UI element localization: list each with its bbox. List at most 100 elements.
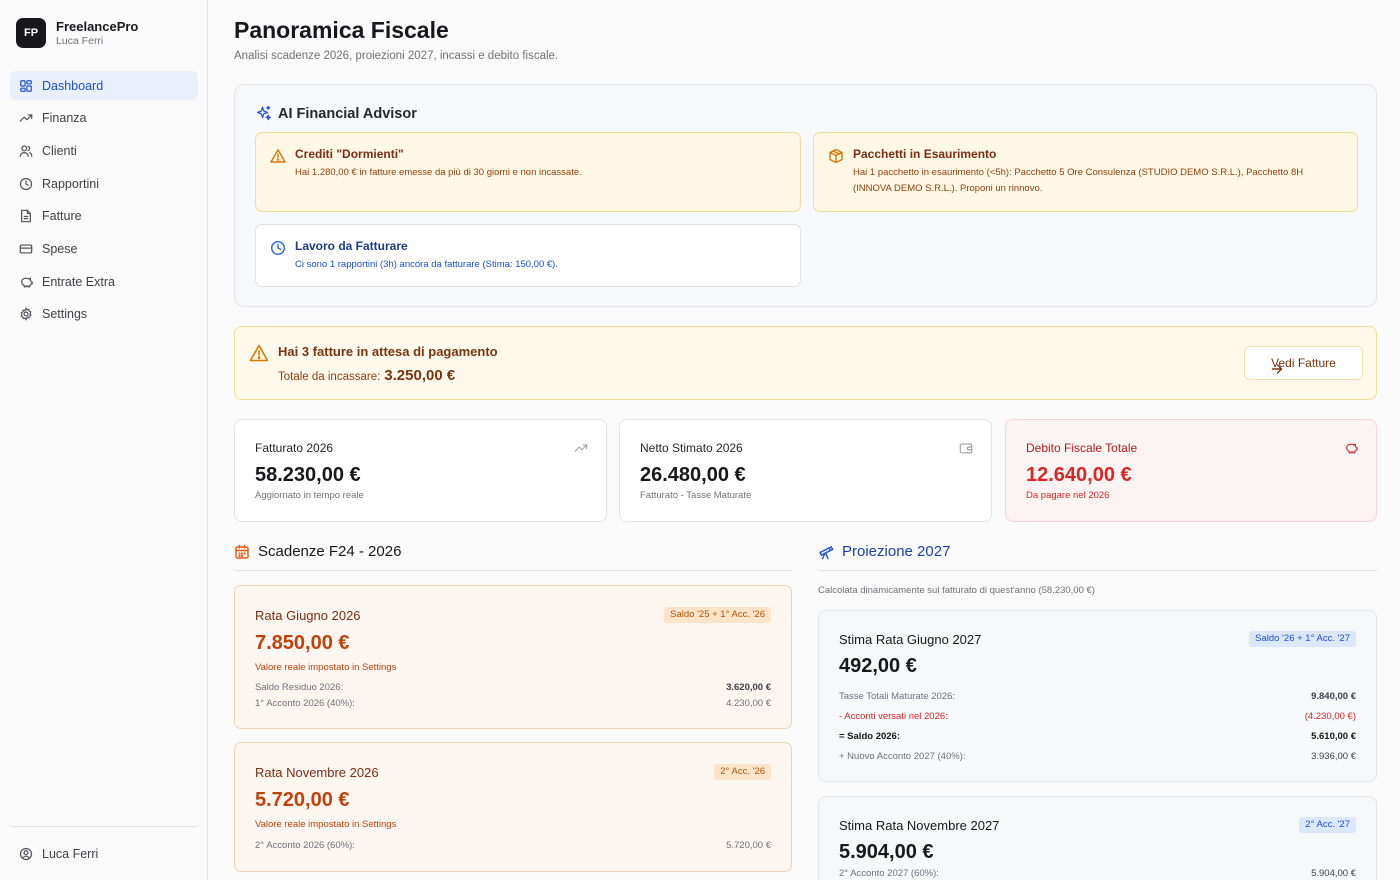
- advisor-card-text: Hai 1.280,00 € in fatture emesse da più …: [295, 167, 582, 178]
- sidebar-item-rapportini[interactable]: Rapportini: [10, 169, 198, 198]
- stat-label: Fatturato 2026: [255, 441, 334, 455]
- app-name: FreelancePro: [56, 18, 139, 34]
- sidebar-item-spese[interactable]: Spese: [10, 234, 198, 263]
- rata-row-label: 2° Acconto 2026 (60%):: [255, 840, 355, 851]
- piggy-bank-icon: [1346, 443, 1358, 454]
- stat-card-netto: Netto Stimato 2026 26.480,00 € Fatturato…: [619, 419, 992, 522]
- rata-row-label: Saldo Residuo 2026:: [255, 682, 344, 693]
- sidebar-user-menu[interactable]: Luca Ferri: [10, 826, 198, 880]
- view-invoices-button[interactable]: Vedi Fatture: [1244, 346, 1363, 380]
- file-text-icon: [21, 209, 31, 223]
- sidebar-item-label: Clienti: [42, 143, 77, 158]
- page-title: Panoramica Fiscale: [234, 17, 449, 43]
- scadenze-title-text: Scadenze F24 - 2026: [258, 543, 402, 560]
- telescope-icon: [819, 545, 834, 559]
- sidebar-item-label: Spese: [42, 241, 78, 256]
- stima-card-giugno-2027: Stima Rata Giugno 2027 Saldo '26 + 1° Ac…: [818, 610, 1377, 782]
- warning-triangle-icon: [249, 344, 269, 362]
- stima-row-value: 3.936,00 €: [1311, 751, 1356, 762]
- stima-row-label: Tasse Totali Maturate 2026:: [839, 691, 956, 702]
- gear-icon: [20, 307, 32, 322]
- rata-note: Valore reale impostato in Settings: [255, 662, 397, 673]
- stima-card-novembre-2027: Stima Rata Novembre 2027 2° Acc. '27 5.9…: [818, 796, 1377, 880]
- divider: [234, 570, 792, 571]
- stima-title: Stima Rata Novembre 2027: [839, 818, 1000, 833]
- brand-user-name: Luca Ferri: [56, 34, 104, 47]
- warning-triangle-icon: [270, 149, 286, 163]
- stat-value: 58.230,00 €: [255, 464, 361, 486]
- sidebar-item-finanza[interactable]: Finanza: [10, 104, 198, 133]
- stat-label: Netto Stimato 2026: [640, 441, 743, 455]
- stima-row: Tasse Totali Maturate 2026: 9.840,00 €: [839, 691, 1356, 702]
- trending-up-icon: [19, 114, 33, 122]
- sidebar-item-fatture[interactable]: Fatture: [10, 202, 198, 231]
- rata-row: 1° Acconto 2026 (40%): 4.230,00 €: [255, 698, 771, 709]
- advisor-title: AI Financial Advisor: [255, 105, 417, 122]
- pending-invoices-alert: Hai 3 fatture in attesa di pagamento Tot…: [234, 326, 1377, 400]
- clock-icon: [19, 177, 33, 190]
- pending-total-amount: 3.250,00 €: [384, 367, 456, 384]
- stat-subtext: Da pagare nel 2026: [1026, 490, 1110, 501]
- proiezione-subtitle: Calcolata dinamicamente sul fatturato di…: [818, 585, 1095, 596]
- sidebar-item-label: Settings: [42, 307, 88, 322]
- advisor-card-pacchetti[interactable]: Pacchetti in Esaurimento Hai 1 pacchetto…: [813, 132, 1358, 212]
- sidebar-item-label: Dashboard: [42, 78, 104, 93]
- user-circle-icon: [19, 847, 33, 860]
- stima-row-value: 5.904,00 €: [1311, 868, 1356, 879]
- piggy-bank-icon: [21, 277, 33, 288]
- users-icon: [19, 145, 33, 157]
- rata-row-value: 3.620,00 €: [726, 682, 771, 693]
- rata-title: Rata Novembre 2026: [255, 765, 379, 780]
- stima-value: 5.904,00 €: [839, 841, 934, 863]
- advisor-card-text: Ci sono 1 rapportini (3h) ancora da fatt…: [295, 259, 558, 270]
- sidebar-item-clienti[interactable]: Clienti: [10, 136, 198, 165]
- advisor-card-crediti-dormienti[interactable]: Crediti "Dormienti" Hai 1.280,00 € in fa…: [255, 132, 801, 212]
- rata-card-novembre-2026: Rata Novembre 2026 2° Acc. '26 5.720,00 …: [234, 742, 792, 872]
- stima-row-label: + Nuovo Acconto 2027 (40%):: [839, 751, 966, 762]
- pending-total-label: Totale da incassare:: [278, 371, 381, 383]
- proiezione-title-text: Proiezione 2027: [842, 543, 951, 560]
- advisor-card-title: Lavoro da Fatturare: [295, 239, 408, 253]
- app-logo: FP: [16, 18, 46, 48]
- sparkles-icon: [256, 105, 271, 121]
- calendar-icon: [235, 544, 249, 559]
- pending-total: Totale da incassare: 3.250,00 €: [278, 367, 455, 384]
- stat-card-debito-fiscale: Debito Fiscale Totale 12.640,00 € Da pag…: [1005, 419, 1377, 522]
- sidebar-item-label: Finanza: [42, 111, 87, 126]
- stima-badge: Saldo '26 + 1° Acc. '27: [1249, 631, 1356, 647]
- stat-value: 26.480,00 €: [640, 464, 746, 486]
- stima-row-value: 9.840,00 €: [1311, 691, 1356, 702]
- stima-badge: 2° Acc. '27: [1299, 817, 1356, 833]
- rata-badge: Saldo '25 + 1° Acc. '26: [664, 607, 771, 623]
- stima-row: = Saldo 2026: 5.610,00 €: [839, 731, 1356, 742]
- stima-row-label: 2° Acconto 2027 (60%):: [839, 868, 939, 879]
- wallet-icon: [959, 443, 973, 454]
- rata-row-label: 1° Acconto 2026 (40%):: [255, 698, 355, 709]
- advisor-card-text: Hai 1 pacchetto in esaurimento (<5h): Pa…: [853, 167, 1304, 194]
- rata-value: 5.720,00 €: [255, 789, 350, 811]
- sidebar: FP FreelancePro Luca Ferri Dashboard Fin…: [0, 0, 208, 880]
- rata-row: 2° Acconto 2026 (60%): 5.720,00 €: [255, 840, 771, 851]
- ai-advisor-panel: AI Financial Advisor Crediti "Dormienti"…: [234, 84, 1377, 307]
- sidebar-item-dashboard[interactable]: Dashboard: [10, 71, 198, 100]
- stima-row-label: = Saldo 2026:: [839, 731, 900, 742]
- stima-row: + Nuovo Acconto 2027 (40%): 3.936,00 €: [839, 751, 1356, 762]
- advisor-card-title: Pacchetti in Esaurimento: [853, 147, 997, 161]
- brand: FP FreelancePro Luca Ferri: [16, 18, 138, 48]
- sidebar-nav: Dashboard Finanza Clienti Rapportini Fat…: [10, 71, 198, 333]
- stima-row-label: - Acconti versati nel 2026:: [839, 711, 948, 722]
- stima-title: Stima Rata Giugno 2027: [839, 632, 982, 647]
- sidebar-item-label: Entrate Extra: [42, 274, 115, 289]
- stat-value: 12.640,00 €: [1026, 464, 1132, 486]
- sidebar-item-entrate-extra[interactable]: Entrate Extra: [10, 267, 198, 296]
- stat-label: Debito Fiscale Totale: [1026, 441, 1138, 455]
- stima-row-value: (4.230,00 €): [1304, 711, 1356, 722]
- stima-row-value: 5.610,00 €: [1311, 731, 1356, 742]
- advisor-card-title: Crediti "Dormienti": [295, 147, 404, 161]
- stima-row: - Acconti versati nel 2026: (4.230,00 €): [839, 711, 1356, 722]
- sidebar-item-settings[interactable]: Settings: [10, 300, 198, 329]
- divider: [818, 570, 1377, 571]
- advisor-card-lavoro-da-fatturare[interactable]: Lavoro da Fatturare Ci sono 1 rapportini…: [255, 224, 801, 287]
- rata-row: Saldo Residuo 2026: 3.620,00 €: [255, 682, 771, 693]
- stat-subtext: Aggiornato in tempo reale: [255, 490, 364, 501]
